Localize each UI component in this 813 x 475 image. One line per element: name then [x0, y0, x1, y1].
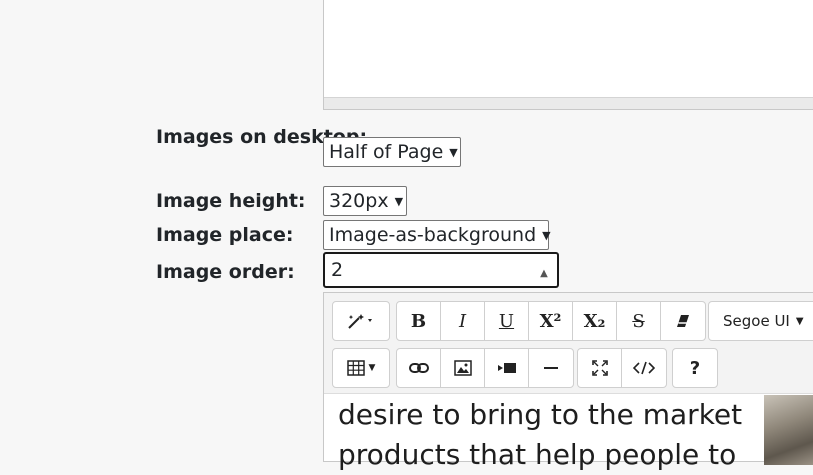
chevron-down-icon: ▼ — [368, 363, 376, 373]
insert-group — [396, 348, 574, 388]
font-family-group: Segoe UI ▼ — [708, 301, 813, 341]
font-family-value: Segoe UI — [723, 312, 790, 330]
image-order-input[interactable]: 2 ▲ ▼ — [323, 252, 559, 311]
chevron-down-icon: ▼ — [449, 145, 458, 159]
image-place-select[interactable]: Image-as-background ▼ — [323, 220, 551, 250]
fullscreen-button[interactable] — [578, 349, 622, 387]
superscript-button[interactable]: X² — [529, 302, 573, 340]
code-view-button[interactable] — [622, 349, 666, 387]
image-height-value: 320px — [329, 190, 389, 212]
horizontal-rule-button[interactable] — [529, 349, 573, 387]
help-group: ? — [672, 348, 718, 388]
image-button[interactable] — [441, 349, 485, 387]
images-on-desktop-select[interactable]: Half of Page ▼ — [323, 137, 461, 167]
editor-toolbar: B I U X² X₂ S Segoe UI ▼ ▼ ? — [324, 293, 813, 394]
subscript-button[interactable]: X₂ — [573, 302, 617, 340]
style-magic-button[interactable] — [333, 302, 389, 340]
magic-wand-icon — [348, 314, 372, 329]
font-style-group: B I U X² X₂ S — [396, 301, 706, 341]
number-spinner[interactable]: ▲ ▼ — [537, 258, 551, 311]
bold-button[interactable]: B — [397, 302, 441, 340]
link-icon — [408, 363, 429, 373]
image-place-label: Image place: — [156, 224, 294, 246]
image-place-value: Image-as-background — [329, 224, 537, 246]
table-icon — [346, 360, 365, 376]
content-line: desire to bring to the market — [338, 398, 743, 431]
video-button[interactable] — [485, 349, 529, 387]
help-button[interactable]: ? — [673, 349, 717, 387]
content-line: products that help people to — [338, 438, 737, 471]
code-icon — [633, 361, 655, 375]
image-height-select[interactable]: 320px ▼ — [323, 186, 407, 216]
editor-resize-bar[interactable] — [324, 97, 813, 109]
chevron-down-icon: ▼ — [542, 228, 551, 242]
strikethrough-button[interactable]: S — [617, 302, 661, 340]
description-editor-area[interactable] — [323, 0, 813, 110]
underline-button[interactable]: U — [485, 302, 529, 340]
chevron-down-icon: ▼ — [394, 194, 404, 208]
font-family-dropdown[interactable]: Segoe UI ▼ — [709, 302, 813, 340]
clear-format-button[interactable] — [661, 302, 705, 340]
chevron-down-icon: ▼ — [795, 315, 804, 327]
table-group: ▼ — [332, 348, 390, 388]
style-group — [332, 301, 390, 341]
italic-button[interactable]: I — [441, 302, 485, 340]
picture-icon — [453, 360, 472, 376]
editor-content[interactable]: desire to bring to the market products t… — [338, 395, 758, 475]
eraser-icon — [677, 315, 689, 327]
view-group — [577, 348, 667, 388]
image-height-label: Image height: — [156, 190, 306, 212]
image-order-value: 2 — [331, 259, 344, 281]
image-order-label: Image order: — [156, 261, 295, 283]
images-on-desktop-value: Half of Page — [329, 141, 444, 163]
video-icon — [497, 363, 516, 373]
link-button[interactable] — [397, 349, 441, 387]
horizontal-rule-icon — [544, 367, 558, 369]
spin-up-icon[interactable]: ▲ — [540, 258, 548, 290]
rich-text-editor: B I U X² X₂ S Segoe UI ▼ ▼ ? desire to b… — [323, 292, 813, 471]
expand-icon — [591, 360, 608, 376]
table-button[interactable]: ▼ — [333, 349, 389, 387]
